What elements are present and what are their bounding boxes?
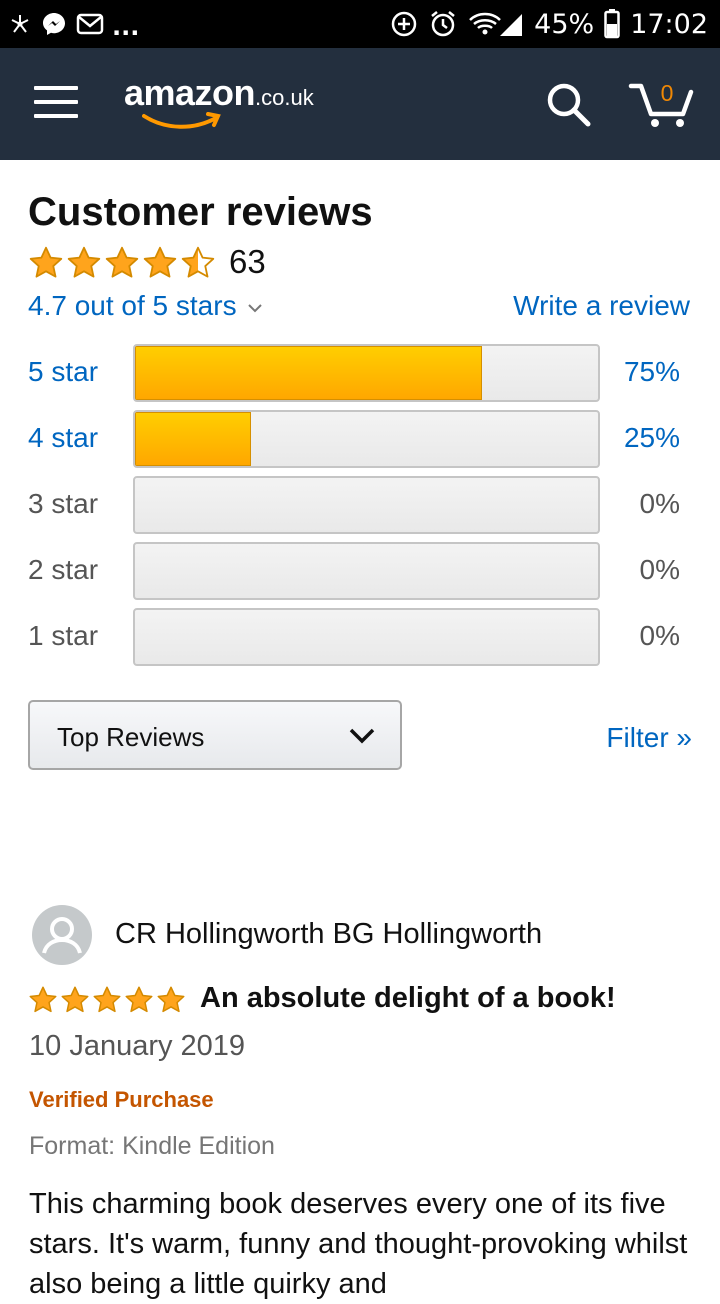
star-full-icon (66, 245, 102, 286)
histogram-row: 3 star 0% (0, 476, 720, 534)
histogram-percent[interactable]: 25% (624, 422, 680, 454)
smile-arrow-icon (142, 112, 221, 129)
star-full-icon (60, 985, 90, 1020)
logo-domain: .co.uk (255, 85, 314, 110)
histogram-row[interactable]: 4 star 25% (0, 410, 720, 468)
battery-icon (604, 9, 620, 39)
histogram-row[interactable]: 5 star 75% (0, 344, 720, 402)
sort-dropdown[interactable]: Top Reviews (28, 700, 402, 770)
alarm-icon (428, 9, 458, 39)
star-full-icon (142, 245, 178, 286)
mail-icon (76, 12, 104, 36)
review-date: 10 January 2019 (29, 1030, 246, 1062)
chevron-down-icon (349, 728, 375, 744)
verified-purchase-badge: Verified Purchase (29, 1087, 214, 1112)
cart-button[interactable]: 0 (628, 78, 694, 130)
star-full-icon (104, 245, 140, 286)
reviewer-name[interactable]: CR Hollingworth BG Hollingworth (115, 918, 542, 951)
histogram-bar-fill (135, 346, 483, 400)
average-rating-stars[interactable] (28, 245, 216, 286)
customer-reviews-heading: Customer reviews (28, 190, 373, 234)
histogram-percent: 0% (639, 488, 680, 519)
clock: 17:02 (630, 8, 708, 40)
more-notifications: ... (112, 13, 140, 41)
messenger-icon (40, 10, 68, 38)
histogram-bar (133, 542, 600, 600)
histogram-star-label: 1 star (28, 620, 99, 651)
status-bar: ... 45% 17:02 (0, 0, 720, 48)
histogram-row: 1 star 0% (0, 608, 720, 666)
histogram-bar[interactable] (133, 344, 600, 402)
histogram-percent: 0% (639, 620, 680, 651)
data-saver-icon (390, 10, 418, 38)
hamburger-menu-icon[interactable] (34, 86, 78, 122)
review-title[interactable]: An absolute delight of a book! (200, 982, 616, 1015)
battery-percent: 45% (534, 8, 595, 40)
star-full-icon (92, 985, 122, 1020)
write-review-link[interactable]: Write a review (513, 290, 690, 322)
histogram-star-label[interactable]: 5 star (28, 356, 98, 388)
cart-count: 0 (660, 80, 674, 106)
amazon-logo[interactable]: amazon.co.uk (124, 72, 314, 129)
pinwheel-icon (8, 12, 32, 36)
star-full-icon (156, 985, 186, 1020)
chevron-down-icon (247, 303, 262, 313)
histogram-percent[interactable]: 75% (624, 356, 680, 388)
star-full-icon (28, 245, 64, 286)
rating-summary-text: 4.7 out of 5 stars (28, 290, 237, 321)
review-count[interactable]: 63 (229, 243, 266, 281)
histogram-star-label: 2 star (28, 554, 99, 585)
histogram-bar (133, 476, 600, 534)
histogram-percent: 0% (639, 554, 680, 585)
histogram-bar (133, 608, 600, 666)
star-half-icon (180, 245, 216, 286)
histogram-bar-fill (135, 412, 251, 466)
review-format: Format: Kindle Edition (29, 1132, 275, 1160)
histogram-row: 2 star 0% (0, 542, 720, 600)
star-full-icon (28, 985, 58, 1020)
wifi-signal-icon (468, 10, 524, 38)
star-full-icon (124, 985, 154, 1020)
histogram-star-label: 3 star (28, 488, 99, 519)
amazon-header: amazon.co.uk 0 (0, 48, 720, 160)
histogram-bar[interactable] (133, 410, 600, 468)
filter-link[interactable]: Filter » (606, 722, 692, 754)
sort-selected-value: Top Reviews (57, 722, 205, 752)
logo-text: amazon (124, 72, 256, 113)
review-rating-stars (28, 985, 186, 1020)
search-icon[interactable] (544, 80, 594, 130)
review-body: This charming book deserves every one of… (29, 1188, 688, 1300)
histogram-star-label[interactable]: 4 star (28, 422, 98, 454)
rating-summary-link[interactable]: 4.7 out of 5 stars (28, 290, 263, 322)
reviewer-avatar[interactable] (32, 905, 92, 965)
